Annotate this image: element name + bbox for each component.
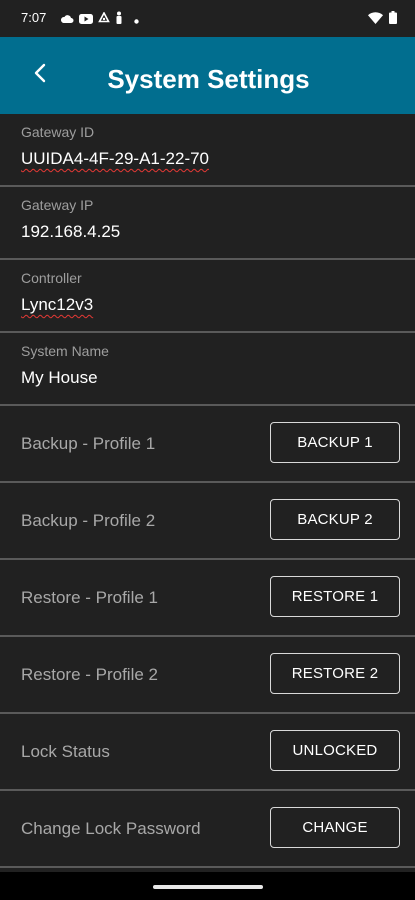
row-label: Backup - Profile 2 [21,511,156,530]
navigation-bar [0,872,415,900]
youtube-icon [79,11,93,29]
wifi-icon [368,11,383,29]
status-time: 7:07 [21,10,47,25]
field-label: Controller [21,270,82,286]
backup-profile-1-row: Backup - Profile 1 BACKUP 1 [0,406,415,483]
gateway-id-field: Gateway ID UUIDA4-4F-29-A1-22-70 [0,114,415,187]
row-label: Restore - Profile 2 [21,665,158,684]
battery-icon [389,11,397,29]
change-password-button[interactable]: CHANGE [270,807,400,848]
lock-status-button[interactable]: UNLOCKED [270,730,400,771]
recycle-icon [98,11,110,29]
lock-status-row: Lock Status UNLOCKED [0,714,415,791]
change-lock-password-row: Change Lock Password CHANGE [0,791,415,868]
restore-profile-2-row: Restore - Profile 2 RESTORE 2 [0,637,415,714]
backup-1-button[interactable]: BACKUP 1 [270,422,400,463]
row-label: Change Lock Password [21,819,201,838]
settings-list: Gateway ID UUIDA4-4F-29-A1-22-70 Gateway… [0,114,415,868]
notification-icons [60,11,139,29]
row-label: Lock Status [21,742,110,761]
restore-2-button[interactable]: RESTORE 2 [270,653,400,694]
gateway-id-value: UUIDA4-4F-29-A1-22-70 [21,149,210,168]
gateway-ip-value: 192.168.4.25 [21,222,121,241]
row-label: Restore - Profile 1 [21,588,158,607]
backup-2-button[interactable]: BACKUP 2 [270,499,400,540]
gateway-ip-field: Gateway IP 192.168.4.25 [0,187,415,260]
controller-value: Lync12v3 [21,295,94,314]
backup-profile-2-row: Backup - Profile 2 BACKUP 2 [0,483,415,560]
system-name-value[interactable]: My House [21,368,98,388]
system-icons [368,11,397,29]
status-bar: 7:07 [0,0,415,37]
restore-1-button[interactable]: RESTORE 1 [270,576,400,617]
home-indicator[interactable] [153,885,263,889]
restore-profile-1-row: Restore - Profile 1 RESTORE 1 [0,560,415,637]
row-label: Backup - Profile 1 [21,434,156,453]
system-name-field[interactable]: System Name My House [0,333,415,406]
field-label: Gateway ID [21,124,95,140]
page-title: System Settings [107,64,310,94]
controller-field: Controller Lync12v3 [0,260,415,333]
cloud-icon [60,11,74,29]
person-icon [115,11,123,29]
field-label: System Name [21,343,109,359]
app-bar: System Settings [0,37,415,114]
field-label: Gateway IP [21,197,94,213]
dot-icon [134,11,139,29]
